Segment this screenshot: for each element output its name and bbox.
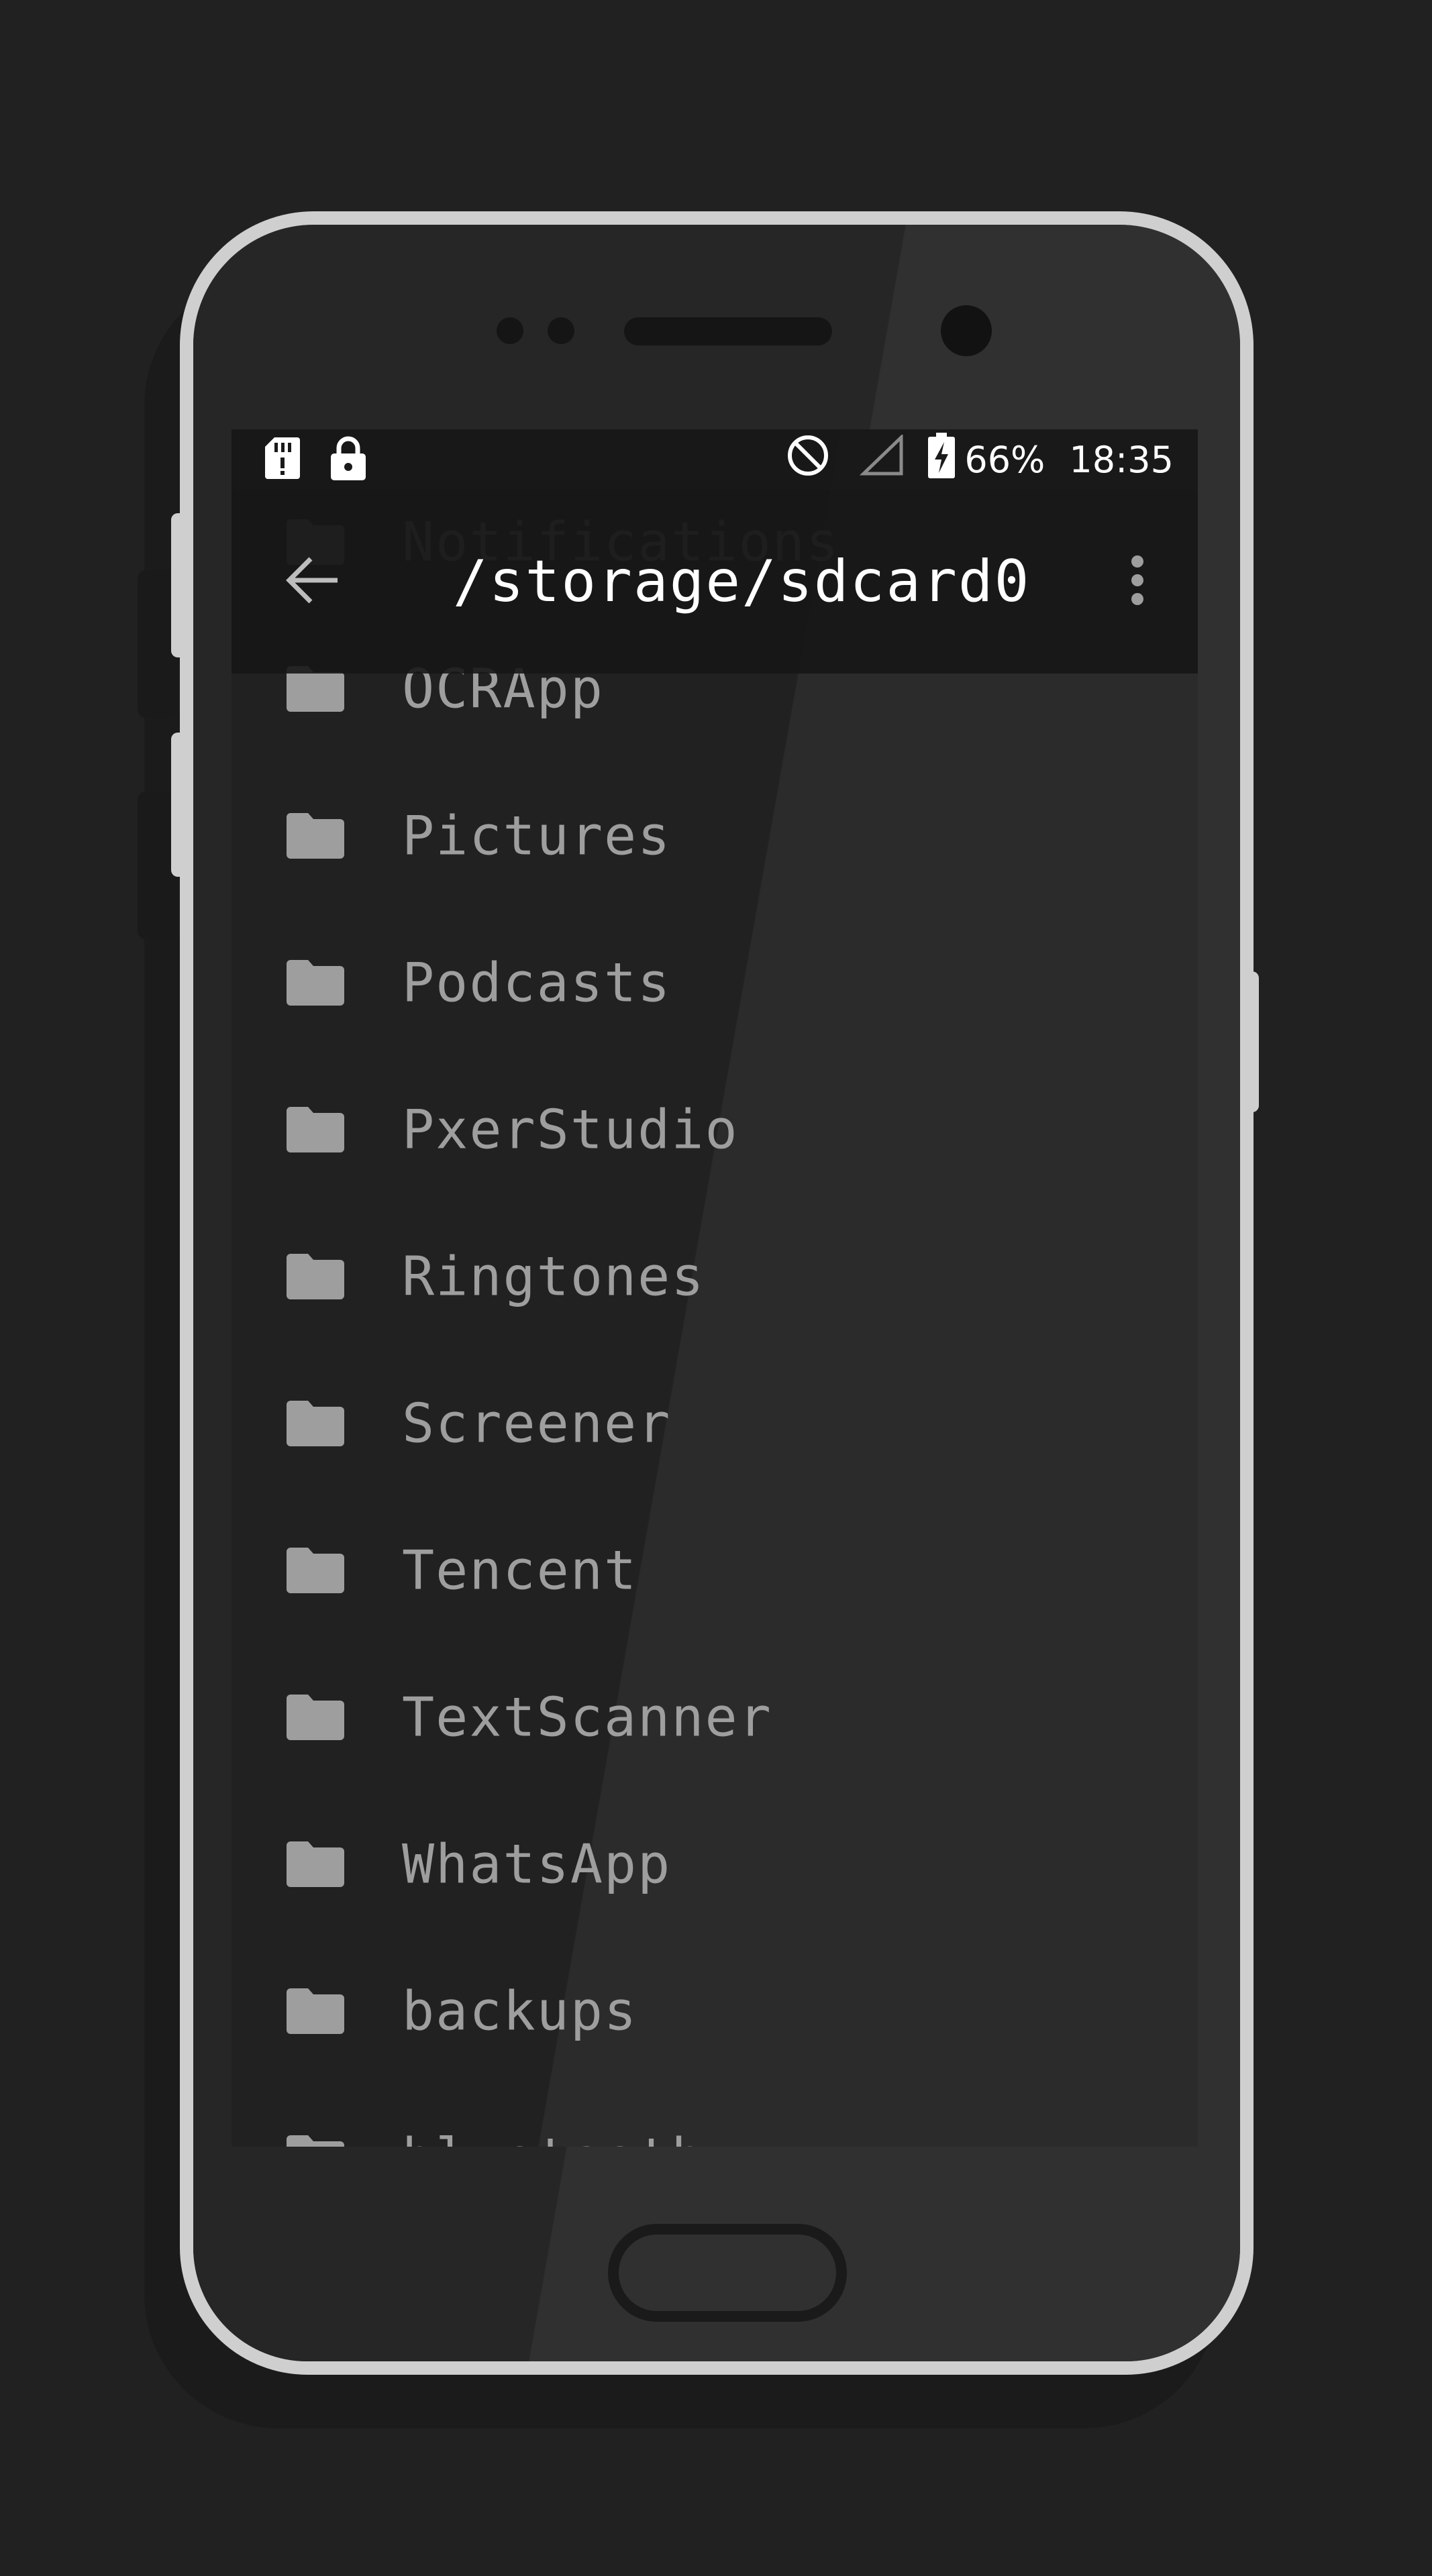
folder-name: Screener [402, 1392, 672, 1455]
folder-icon [287, 960, 344, 1006]
folder-name: backups [402, 1980, 638, 2043]
folder-list-item[interactable]: bluetooth [232, 2085, 1198, 2147]
app-toolbar: /storage/sdcard0 [232, 490, 1198, 674]
overflow-menu-button[interactable] [1117, 548, 1158, 615]
folder-icon [287, 1695, 344, 1740]
light-sensor [548, 317, 574, 344]
folder-name: TextScanner [402, 1686, 772, 1749]
current-path-title: /storage/sdcard0 [453, 548, 1031, 615]
folder-list-item[interactable]: PxerStudio [232, 1057, 1198, 1203]
folder-icon [287, 1988, 344, 2034]
folder-list-item[interactable]: Screener [232, 1350, 1198, 1497]
folder-list-item[interactable]: Podcasts [232, 910, 1198, 1057]
screen: NotificationsOCRAppPicturesPodcastsPxerS… [232, 429, 1198, 2147]
folder-list-item[interactable]: backups [232, 1938, 1198, 2085]
folder-icon [287, 1107, 344, 1152]
folder-name: PxerStudio [402, 1098, 739, 1161]
folder-list-item[interactable]: TextScanner [232, 1644, 1198, 1791]
folder-list-item[interactable]: Ringtones [232, 1203, 1198, 1350]
back-button[interactable] [278, 548, 346, 615]
folder-list-item[interactable]: Tencent [232, 1497, 1198, 1644]
sd-card-icon [265, 437, 300, 482]
status-left-icons [265, 429, 367, 490]
folder-icon [287, 1548, 344, 1593]
folder-name: WhatsApp [402, 1833, 672, 1896]
more-vert-icon [1131, 555, 1144, 608]
signal-icon [860, 433, 904, 485]
device-mockup: NotificationsOCRAppPicturesPodcastsPxerS… [0, 0, 1432, 2576]
folder-icon [287, 2135, 344, 2147]
folder-list-item[interactable]: WhatsApp [232, 1791, 1198, 1938]
folder-name: Pictures [402, 804, 672, 867]
folder-name: Ringtones [402, 1245, 705, 1308]
home-button[interactable] [608, 2224, 847, 2322]
lock-icon [329, 436, 367, 483]
do-not-disturb-icon [786, 433, 830, 486]
folder-name: bluetooth [402, 2127, 705, 2147]
folder-icon [287, 1254, 344, 1299]
battery-charging-icon [928, 432, 956, 487]
earpiece-speaker [624, 317, 832, 345]
battery-percent: 66% [964, 438, 1045, 481]
status-bar: 66% 18:35 [232, 429, 1198, 490]
folder-icon [287, 1401, 344, 1446]
clock: 18:35 [1069, 438, 1174, 481]
folder-name: Tencent [402, 1539, 638, 1602]
front-camera [941, 305, 992, 356]
status-right-area: 66% 18:35 [786, 429, 1174, 490]
folder-list-item[interactable]: Pictures [232, 763, 1198, 910]
folder-icon [287, 1841, 344, 1887]
arrow-back-icon [284, 556, 340, 607]
proximity-sensor [497, 317, 523, 344]
folder-name: Podcasts [402, 951, 672, 1014]
folder-icon [287, 813, 344, 859]
